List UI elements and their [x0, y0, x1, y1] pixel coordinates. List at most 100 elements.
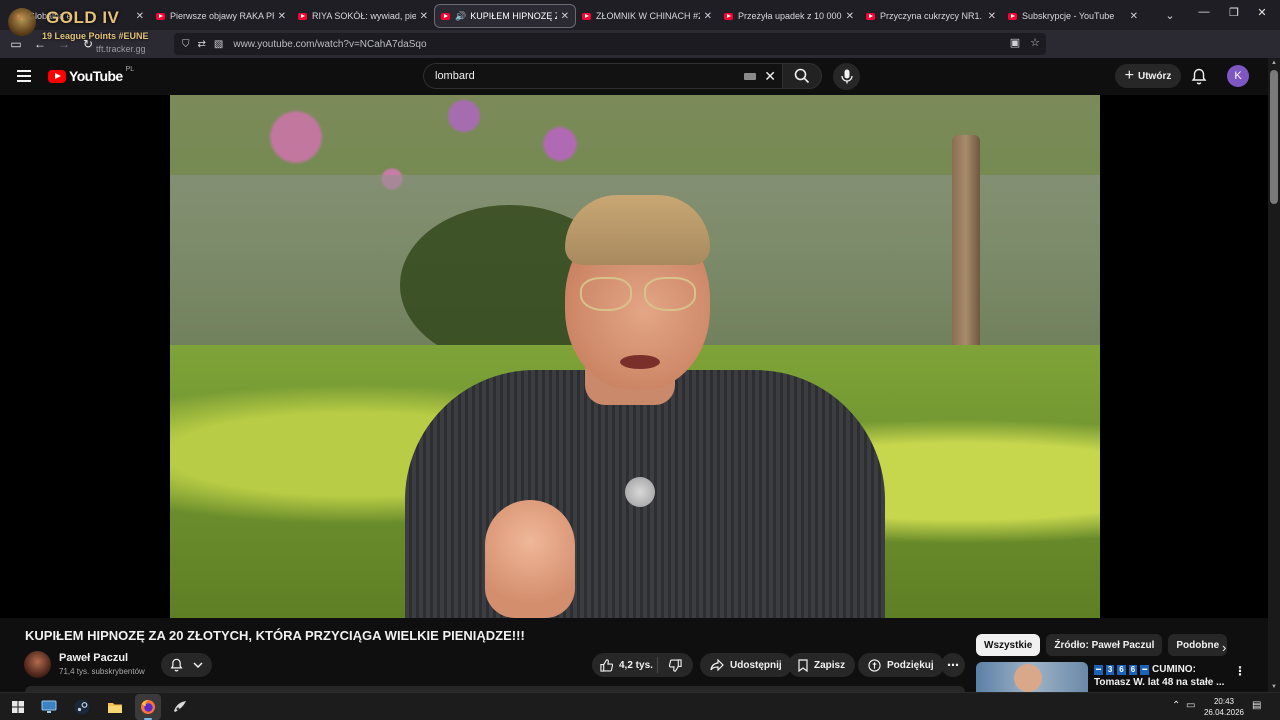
recommended-video-title-line2[interactable]: Tomasz W. lat 48 na stałe ...	[1094, 677, 1224, 688]
share-button[interactable]: Udostępnij	[700, 653, 792, 677]
rank-emblem-icon	[8, 8, 36, 36]
microphone-icon	[840, 69, 853, 84]
tab-close-icon[interactable]: ✕	[846, 11, 854, 22]
chip-similar[interactable]: Podobne	[1168, 634, 1228, 656]
youtube-favicon-icon	[866, 12, 875, 20]
thumbs-down-icon	[669, 658, 682, 672]
share-arrow-icon	[710, 659, 724, 671]
tab-list-chevron-icon[interactable]: ⌄	[1158, 9, 1182, 22]
tab-close-icon[interactable]: ✕	[420, 11, 428, 22]
share-label: Udostępnij	[730, 659, 782, 671]
url-text[interactable]: www.youtube.com/watch?v=NCahA7daSqo	[233, 39, 426, 50]
file-explorer-icon[interactable]	[106, 698, 124, 716]
presenter-figure	[405, 195, 885, 618]
chevron-right-icon[interactable]: ›	[1222, 640, 1226, 655]
clock-date: 26.04.2026	[1203, 708, 1245, 717]
recommendation-menu-icon[interactable]: ⋮	[1234, 664, 1246, 678]
search-button[interactable]	[782, 63, 822, 89]
tab-title: Pierwsze objawy RAKA PROST	[170, 11, 274, 21]
create-label: Utwórz	[1138, 70, 1172, 82]
shield-icon[interactable]: ⛉	[182, 39, 190, 50]
clear-search-icon[interactable]: ✕	[764, 68, 776, 85]
reader-view-icon[interactable]: ▣	[1010, 36, 1020, 49]
tab-title: RIYA SOKÓŁ: wywiad, pieniądz	[312, 11, 416, 21]
youtube-favicon-icon	[156, 12, 165, 20]
tab-title: Przyczyna cukrzycy NR1. Nie	[880, 11, 984, 21]
like-dislike-group: 4,2 tys.	[592, 653, 693, 677]
browser-tab[interactable]: Przyczyna cukrzycy NR1. Nie ✕	[860, 4, 1002, 28]
league-points-text: 19 League Points #EUNE	[42, 31, 149, 41]
chip-all[interactable]: Wszystkie	[976, 634, 1041, 656]
notification-center-icon[interactable]: ▤	[1252, 700, 1261, 711]
youtube-favicon-icon	[298, 12, 307, 20]
scroll-up-icon[interactable]: ▲	[1271, 60, 1277, 66]
tab-close-icon[interactable]: ✕	[988, 11, 996, 22]
steam-icon[interactable]	[73, 698, 91, 716]
game-app-icon[interactable]	[171, 698, 189, 716]
thumbs-up-icon	[600, 658, 613, 672]
recommended-video-thumbnail[interactable]	[976, 662, 1088, 692]
guide-menu-icon[interactable]	[17, 70, 31, 82]
channel-name[interactable]: Paweł Paczul	[59, 652, 128, 664]
browser-tab[interactable]: Pierwsze objawy RAKA PROST ✕	[150, 4, 292, 28]
keyboard-icon[interactable]	[744, 73, 756, 80]
clock-time: 20:43	[1213, 697, 1235, 706]
windows-start-icon[interactable]	[9, 698, 27, 716]
desktop-monitor-icon[interactable]	[40, 698, 58, 716]
chip-source-channel[interactable]: Źródło: Paweł Paczul	[1046, 634, 1163, 656]
create-button[interactable]: + Utwórz	[1115, 64, 1181, 88]
tray-chevron-up-icon[interactable]: ⌃	[1172, 700, 1180, 711]
voice-search-button[interactable]	[833, 63, 860, 90]
browser-tab[interactable]: RIYA SOKÓŁ: wywiad, pieniądz ✕	[292, 4, 434, 28]
title-text: CUMINO:	[1152, 664, 1196, 675]
tab-close-icon[interactable]: ✕	[704, 11, 712, 22]
tab-close-icon[interactable]: ✕	[278, 11, 286, 22]
like-button[interactable]: 4,2 tys.	[592, 657, 658, 673]
bell-icon	[170, 658, 183, 672]
permissions-icon[interactable]: ⇄	[198, 39, 206, 50]
title-number: 6	[1117, 664, 1126, 675]
channel-avatar[interactable]	[24, 651, 51, 678]
related-filter-chips: Wszystkie Źródło: Paweł Paczul Podobne	[976, 634, 1228, 656]
browser-navbar: ▭ ← → ↻ ⛉ ⇄ ▧ www.youtube.com/watch?v=NC…	[0, 30, 1280, 77]
page-scrollbar[interactable]: ▲ ▼	[1268, 58, 1280, 692]
network-icon[interactable]: ▭	[1186, 700, 1195, 711]
tab-close-icon[interactable]: ✕	[1130, 11, 1138, 22]
browser-tab-active[interactable]: 🔊 KUPIŁEM HIPNOZĘ ZA 20 Z ✕	[434, 4, 576, 28]
save-button-wrap: Zapisz	[788, 653, 856, 677]
minimize-icon[interactable]: —	[1188, 6, 1220, 18]
subscription-notifications-button[interactable]	[161, 653, 212, 677]
search-input[interactable]: lombard ✕	[423, 63, 782, 89]
browser-tab[interactable]: Przeżyła upadek z 10 000 me ✕	[718, 4, 860, 28]
browser-tab-strip: Globalna e ✕ Pierwsze objawy RAKA PROST …	[0, 0, 1280, 30]
save-label: Zapisz	[814, 659, 846, 671]
youtube-play-icon	[48, 69, 66, 83]
page-info-icon[interactable]: ▧	[214, 39, 223, 50]
search-query-text[interactable]: lombard	[435, 70, 475, 82]
account-avatar[interactable]: K	[1227, 65, 1249, 87]
scroll-down-icon[interactable]: ▼	[1271, 684, 1277, 690]
tft-rank-overlay: GOLD IV 19 League Points #EUNE tft.track…	[4, 4, 154, 54]
more-actions-icon[interactable]: ⋯	[941, 653, 965, 677]
search-icon	[794, 68, 810, 84]
video-player[interactable]	[170, 95, 1100, 618]
youtube-logo[interactable]: YouTube PL	[48, 66, 134, 84]
tab-close-icon[interactable]: ✕	[561, 11, 569, 22]
logo-text: YouTube	[69, 68, 123, 84]
dislike-button[interactable]	[658, 658, 693, 672]
firefox-icon[interactable]	[139, 698, 157, 716]
close-window-icon[interactable]: ✕	[1246, 6, 1278, 19]
taskbar-clock[interactable]: 20:43 26.04.2026	[1200, 696, 1248, 718]
address-bar[interactable]: ⛉ ⇄ ▧ www.youtube.com/watch?v=NCahA7daSq…	[174, 33, 1046, 55]
browser-tab[interactable]: Subskrypcje - YouTube ✕	[1002, 4, 1144, 28]
browser-tab[interactable]: ZŁOMNIK W CHINACH #2. LU ✕	[576, 4, 718, 28]
tab-title: Przeżyła upadek z 10 000 me	[738, 11, 842, 21]
notifications-bell-icon[interactable]	[1191, 68, 1207, 90]
speaker-icon[interactable]: 🔊	[455, 11, 466, 22]
recommended-video-title-line1[interactable]: ━ 3 6 6 ━ CUMINO:	[1094, 664, 1196, 675]
save-button[interactable]: Zapisz	[788, 653, 856, 677]
scrollbar-thumb[interactable]	[1270, 70, 1278, 204]
overlay-site-text: tft.tracker.gg	[96, 44, 146, 54]
bookmark-star-icon[interactable]: ☆	[1030, 36, 1040, 49]
thanks-button[interactable]: Podziękuj	[858, 653, 944, 677]
